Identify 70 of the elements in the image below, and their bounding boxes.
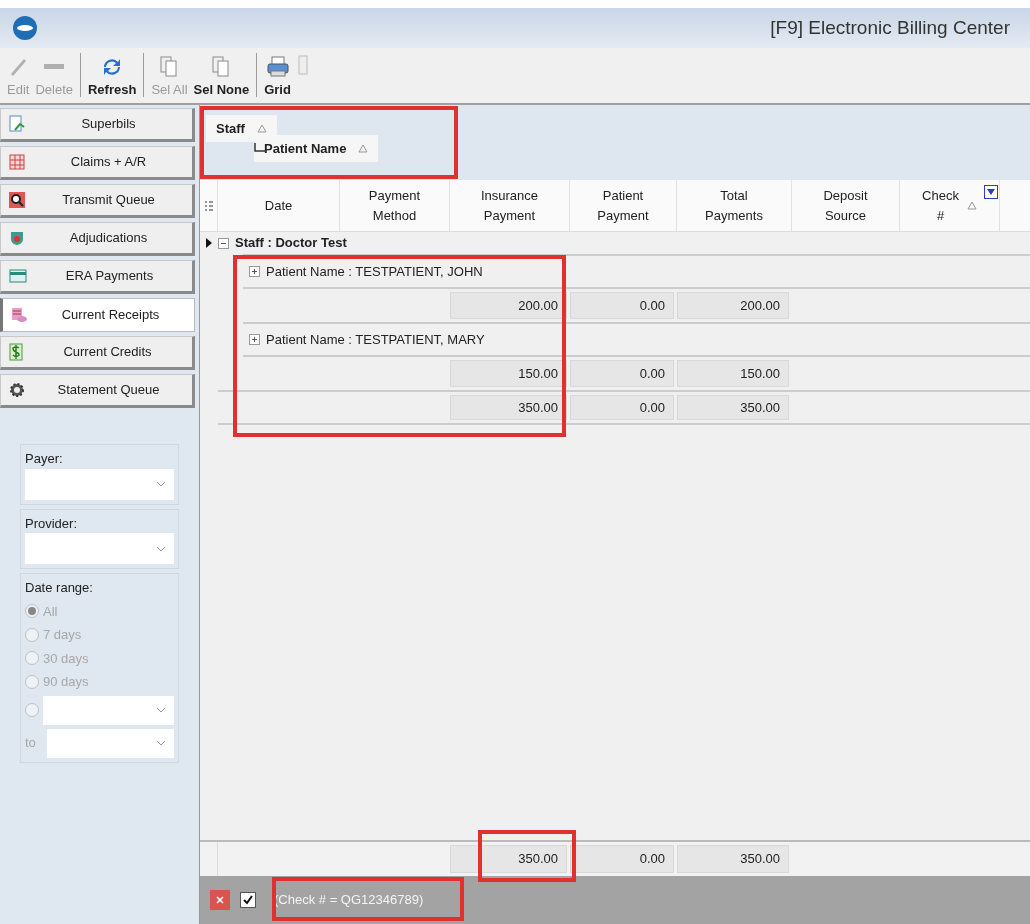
sidebar-button[interactable]: Adjudications xyxy=(0,222,195,256)
filter-label: Provider: xyxy=(25,514,79,533)
group-row-label: Staff : Doctor Test xyxy=(235,234,347,253)
close-icon xyxy=(216,896,224,904)
summary-cell: 350.00 xyxy=(677,395,789,420)
receipt-icon xyxy=(11,307,27,323)
column-header[interactable]: Deposit Source xyxy=(792,180,900,231)
dollar-icon xyxy=(9,343,23,361)
expand-icon[interactable] xyxy=(249,266,260,277)
magnifier-icon xyxy=(9,192,25,208)
filter-dropdown-icon[interactable] xyxy=(984,185,998,199)
toolbar-button[interactable]: Grid xyxy=(261,51,294,99)
sidebar-button[interactable]: ERA Payments xyxy=(0,260,195,294)
group-row-label: Patient Name : TESTPATIENT, MARY xyxy=(266,330,485,349)
chevron-down-icon xyxy=(156,481,166,487)
copy-icon xyxy=(212,55,231,78)
toolbar-button[interactable]: Refresh xyxy=(85,51,140,99)
summary-cell: 150.00 xyxy=(450,360,567,387)
grid-icon xyxy=(9,154,25,170)
radio-label: 7 days xyxy=(43,626,82,644)
expand-icon[interactable] xyxy=(249,334,260,345)
clear-filter-button[interactable] xyxy=(210,890,230,910)
sidebar-button[interactable]: Superbils xyxy=(0,108,195,142)
window-title: [F9] Electronic Billing Center xyxy=(770,15,1010,40)
summary-cell: 0.00 xyxy=(570,845,674,873)
radio-label: 90 days xyxy=(43,673,89,691)
filter-checkbox[interactable] xyxy=(240,892,256,908)
sidebar-button[interactable]: Current Receipts xyxy=(0,298,195,332)
summary-cell: 350.00 xyxy=(677,845,789,873)
shield-icon xyxy=(9,230,25,246)
filter-label: Date range: xyxy=(25,579,94,597)
group-connector-icon xyxy=(254,143,266,152)
chevron-down-icon xyxy=(156,740,166,746)
copy-icon xyxy=(160,55,179,78)
collapse-icon[interactable] xyxy=(218,237,229,249)
to-label: to xyxy=(25,734,37,753)
sidebar-button[interactable]: Claims + A/R xyxy=(0,146,195,180)
filter-label: Payer: xyxy=(25,450,64,468)
column-header[interactable]: Patient Payment xyxy=(570,180,677,231)
card-icon xyxy=(9,269,27,283)
summary-cell: 0.00 xyxy=(570,395,674,420)
chevron-down-icon xyxy=(156,707,166,713)
printer-icon xyxy=(265,55,290,78)
gear-icon xyxy=(9,382,25,398)
summary-cell: 200.00 xyxy=(450,292,567,319)
summary-cell: 150.00 xyxy=(677,360,789,387)
summary-cell: 350.00 xyxy=(450,845,567,873)
column-header[interactable]: Insurance Payment xyxy=(450,180,570,231)
app-logo-icon xyxy=(12,15,38,41)
summary-cell: 0.00 xyxy=(570,360,674,387)
group-by-chip[interactable]: Staff xyxy=(206,115,277,142)
summary-cell: 200.00 xyxy=(677,292,789,319)
sidebar-button[interactable]: Transmit Queue xyxy=(0,184,195,218)
column-chooser-icon[interactable] xyxy=(204,200,213,211)
group-row-label: Patient Name : TESTPATIENT, JOHN xyxy=(266,262,483,281)
summary-cell: 350.00 xyxy=(450,395,567,420)
group-by-chip[interactable]: Patient Name xyxy=(254,135,379,162)
sidebar-button[interactable]: Statement Queue xyxy=(0,374,195,408)
page-icon xyxy=(297,55,308,77)
sidebar-button[interactable]: Current Credits xyxy=(0,336,195,370)
minus-icon xyxy=(43,62,66,71)
chevron-down-icon xyxy=(156,545,166,552)
summary-cell: 0.00 xyxy=(570,292,674,319)
column-header[interactable]: Date xyxy=(218,180,340,231)
radio-label: 30 days xyxy=(43,649,89,668)
radio-label: All xyxy=(43,602,58,621)
toolbar-button[interactable]: Sel None xyxy=(190,51,253,99)
document-chart-icon xyxy=(9,115,25,133)
column-header[interactable]: Total Payments xyxy=(677,180,792,231)
column-header[interactable]: Payment Method xyxy=(340,180,450,231)
